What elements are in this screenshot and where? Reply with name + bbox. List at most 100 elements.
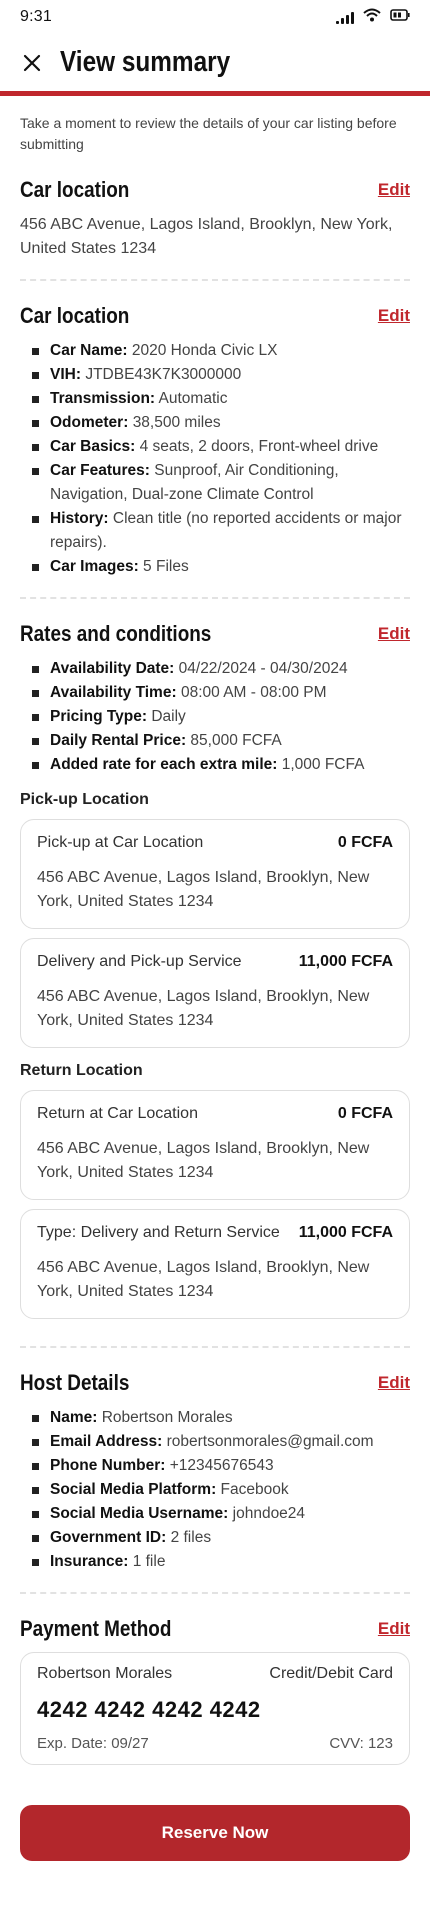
item-value: Robertson Morales [101,1409,233,1426]
option-row: Type: Delivery and Return Service 11,000… [37,1224,393,1242]
item-value: 2020 Honda Civic LX [131,342,278,359]
edit-car-location-link[interactable]: Edit [378,180,410,200]
option-price: 11,000 FCFA [298,953,393,970]
pay-row: Robertson Morales Credit/Debit Card [37,1665,393,1683]
list-item: Car Basics: 4 seats, 2 doors, Front-whee… [32,435,410,459]
signal-icon [336,11,354,24]
item-label: Pricing Type: [50,708,148,725]
car-location-address: 456 ABC Avenue, Lagos Island, Brooklyn, … [20,216,393,257]
option-price: 0 FCFA [337,1105,393,1122]
item-label: VIH: [50,366,81,383]
item-value: 08:00 AM - 08:00 PM [180,684,327,701]
car-details-list: Car Name: 2020 Honda Civic LX VIH: JTDBE… [20,339,410,579]
item-value: robertsonmorales@gmail.com [166,1433,374,1450]
item-label: History: [50,510,109,527]
edit-host-details-link[interactable]: Edit [378,1373,410,1393]
list-item: Odometer: 38,500 miles [32,411,410,435]
card-expiry: Exp. Date: 09/27 [37,1735,149,1752]
item-label: Phone Number: [50,1457,166,1474]
item-label: Social Media Username: [50,1505,229,1522]
pickup-option-card[interactable]: Pick-up at Car Location 0 FCFA 456 ABC A… [20,819,410,929]
intro-text: Take a moment to review the details of y… [20,115,397,152]
car-details-section: Car location Edit Car Name: 2020 Honda C… [20,281,410,597]
reserve-now-button[interactable]: Reserve Now [20,1805,410,1861]
item-value: 38,500 miles [132,414,221,431]
rates-section: Rates and conditions Edit Availability D… [20,599,410,1346]
card-cvv: CVV: 123 [329,1735,393,1752]
item-value: 1 file [132,1553,166,1570]
option-name: Delivery and Pick-up Service [37,953,242,970]
payment-card: Robertson Morales Credit/Debit Card 4242… [20,1652,410,1765]
pickup-option-card[interactable]: Delivery and Pick-up Service 11,000 FCFA… [20,938,410,1048]
item-label: Availability Date: [50,660,175,677]
pickup-location-title: Pick-up Location [20,791,149,808]
list-item: Daily Rental Price: 85,000 FCFA [32,729,410,753]
item-label: Car Features: [50,462,150,479]
option-name: Return at Car Location [37,1105,198,1122]
section-title: Car location [20,177,130,202]
item-label: Insurance: [50,1553,129,1570]
return-location-title: Return Location [20,1062,143,1079]
item-value: Daily [151,708,186,725]
summary-screen: 9:31 View summary Take a moment to revie… [0,0,430,1930]
list-item: History: Clean title (no reported accide… [32,507,410,555]
item-label: Name: [50,1409,98,1426]
item-label: Daily Rental Price: [50,732,187,749]
option-name: Type: Delivery and Return Service [37,1224,280,1241]
car-location-section: Car location Edit 456 ABC Avenue, Lagos … [20,155,410,279]
item-label: Transmission: [50,390,156,407]
item-value: Facebook [220,1481,289,1498]
close-icon[interactable] [20,51,44,75]
option-address: 456 ABC Avenue, Lagos Island, Brooklyn, … [37,1140,370,1181]
host-details-section: Host Details Edit Name: Robertson Morale… [20,1348,410,1592]
section-title: Car location [20,303,130,328]
item-label: Government ID: [50,1529,167,1546]
item-value: 04/22/2024 - 04/30/2024 [178,660,348,677]
item-label: Car Images: [50,558,139,575]
option-price: 11,000 FCFA [298,1224,393,1241]
edit-payment-link[interactable]: Edit [378,1619,410,1639]
status-icons [336,8,410,27]
option-row: Return at Car Location 0 FCFA [37,1105,393,1123]
item-value: 2 files [170,1529,212,1546]
item-value: 85,000 FCFA [190,732,282,749]
list-item: Car Features: Sunproof, Air Conditioning… [32,459,410,507]
option-name: Pick-up at Car Location [37,834,204,851]
pay-row: Exp. Date: 09/27 CVV: 123 [37,1735,393,1752]
card-holder-name: Robertson Morales [37,1665,173,1682]
page-title: View summary [60,46,231,78]
list-item: Transmission: Automatic [32,387,410,411]
list-item: Car Images: 5 Files [32,555,410,579]
option-address: 456 ABC Avenue, Lagos Island, Brooklyn, … [37,1259,370,1300]
card-number: 4242 4242 4242 4242 [37,1697,261,1722]
battery-icon [390,8,410,26]
item-value: Automatic [158,390,228,407]
section-header: Rates and conditions Edit [20,621,410,647]
section-title: Host Details [20,1370,130,1395]
item-label: Email Address: [50,1433,163,1450]
item-label: Added rate for each extra mile: [50,756,278,773]
section-header: Payment Method Edit [20,1616,410,1642]
list-item: Government ID: 2 files [32,1526,410,1550]
item-value: 5 Files [143,558,189,575]
item-label: Odometer: [50,414,129,431]
item-label: Car Basics: [50,438,136,455]
list-item: Name: Robertson Morales [32,1406,410,1430]
edit-rates-link[interactable]: Edit [378,624,410,644]
option-row: Delivery and Pick-up Service 11,000 FCFA [37,953,393,971]
list-item: VIH: JTDBE43K7K3000000 [32,363,410,387]
list-item: Insurance: 1 file [32,1550,410,1574]
list-item: Social Media Username: johndoe24 [32,1502,410,1526]
wifi-icon [363,8,381,27]
host-details-list: Name: Robertson Morales Email Address: r… [20,1406,410,1574]
option-address: 456 ABC Avenue, Lagos Island, Brooklyn, … [37,869,370,910]
edit-car-details-link[interactable]: Edit [378,306,410,326]
option-price: 0 FCFA [337,834,393,851]
item-label: Availability Time: [50,684,177,701]
return-option-card[interactable]: Type: Delivery and Return Service 11,000… [20,1209,410,1319]
option-row: Pick-up at Car Location 0 FCFA [37,834,393,852]
list-item: Added rate for each extra mile: 1,000 FC… [32,753,410,777]
item-label: Car Name: [50,342,128,359]
option-address: 456 ABC Avenue, Lagos Island, Brooklyn, … [37,988,370,1029]
return-option-card[interactable]: Return at Car Location 0 FCFA 456 ABC Av… [20,1090,410,1200]
